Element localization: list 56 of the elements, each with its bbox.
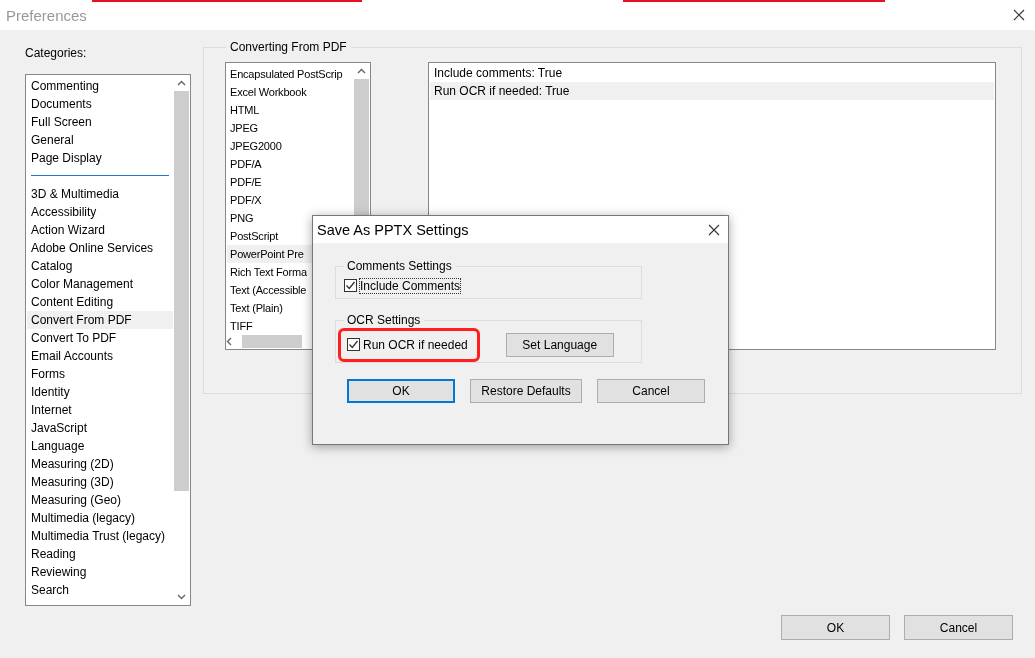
dialog-button[interactable]: Cancel	[597, 379, 705, 403]
category-item[interactable]: Internet	[27, 401, 173, 419]
scroll-up-icon[interactable]	[177, 80, 186, 86]
category-item[interactable]: Multimedia Trust (legacy)	[27, 527, 173, 545]
category-item[interactable]: Measuring (2D)	[27, 455, 173, 473]
category-item[interactable]: Identity	[27, 383, 173, 401]
category-item[interactable]: Email Accounts	[27, 347, 173, 365]
format-item[interactable]: JPEG2000	[227, 137, 353, 155]
category-item[interactable]: Language	[27, 437, 173, 455]
close-icon[interactable]	[1013, 9, 1025, 21]
format-item[interactable]: JPEG	[227, 119, 353, 137]
close-icon[interactable]	[708, 223, 720, 236]
set-language-button[interactable]: Set Language	[505, 332, 614, 357]
setting-row[interactable]: Run OCR if needed: True	[430, 82, 994, 100]
category-item[interactable]: Documents	[27, 95, 173, 113]
category-item[interactable]: Full Screen	[27, 113, 173, 131]
categories-list[interactable]	[25, 74, 191, 606]
category-item[interactable]: Search	[27, 581, 173, 599]
dialog-button[interactable]: OK	[347, 379, 455, 403]
dialog-button[interactable]: Cancel	[904, 615, 1013, 640]
category-item[interactable]: Action Wizard	[27, 221, 173, 239]
category-item[interactable]: Commenting	[27, 77, 173, 95]
format-item[interactable]: HTML	[227, 101, 353, 119]
category-item[interactable]: Reading	[27, 545, 173, 563]
format-item[interactable]: PDF/E	[227, 173, 353, 191]
category-item[interactable]: Content Editing	[27, 293, 173, 311]
scroll-up-icon[interactable]	[357, 68, 366, 74]
category-item[interactable]: 3D & Multimedia	[27, 185, 173, 203]
setting-row[interactable]: Include comments: True	[430, 64, 994, 82]
dialog-button[interactable]: Restore Defaults	[470, 379, 582, 403]
category-item[interactable]: Convert To PDF	[27, 329, 173, 347]
category-item[interactable]: General	[27, 131, 173, 149]
category-item[interactable]: Multimedia (legacy)	[27, 509, 173, 527]
category-item[interactable]: Reviewing	[27, 563, 173, 581]
dialog-button[interactable]: OK	[781, 615, 890, 640]
scroll-left-icon[interactable]	[226, 336, 232, 346]
checkbox[interactable]	[347, 338, 360, 351]
window-title: Preferences	[6, 6, 87, 24]
checkbox[interactable]	[344, 279, 357, 292]
category-item[interactable]: Adobe Online Services	[27, 239, 173, 257]
category-item[interactable]: Color Management	[27, 275, 173, 293]
scroll-down-icon[interactable]	[177, 594, 186, 600]
category-item[interactable]: Measuring (3D)	[27, 473, 173, 491]
category-item[interactable]: Convert From PDF	[27, 311, 173, 329]
group-title: Converting From PDF	[229, 40, 348, 54]
format-item[interactable]: PDF/X	[227, 191, 353, 209]
category-item[interactable]: Accessibility	[27, 203, 173, 221]
category-item[interactable]: Page Display	[27, 149, 173, 167]
format-item[interactable]: PDF/A	[227, 155, 353, 173]
category-item[interactable]: Forms	[27, 365, 173, 383]
category-item[interactable]: Catalog	[27, 257, 173, 275]
category-item[interactable]: Measuring (Geo)	[27, 491, 173, 509]
format-item[interactable]: Encapsulated PostScrip	[227, 65, 353, 83]
categories-label: Categories:	[25, 46, 88, 60]
format-item[interactable]: Excel Workbook	[227, 83, 353, 101]
category-item[interactable]: JavaScript	[27, 419, 173, 437]
